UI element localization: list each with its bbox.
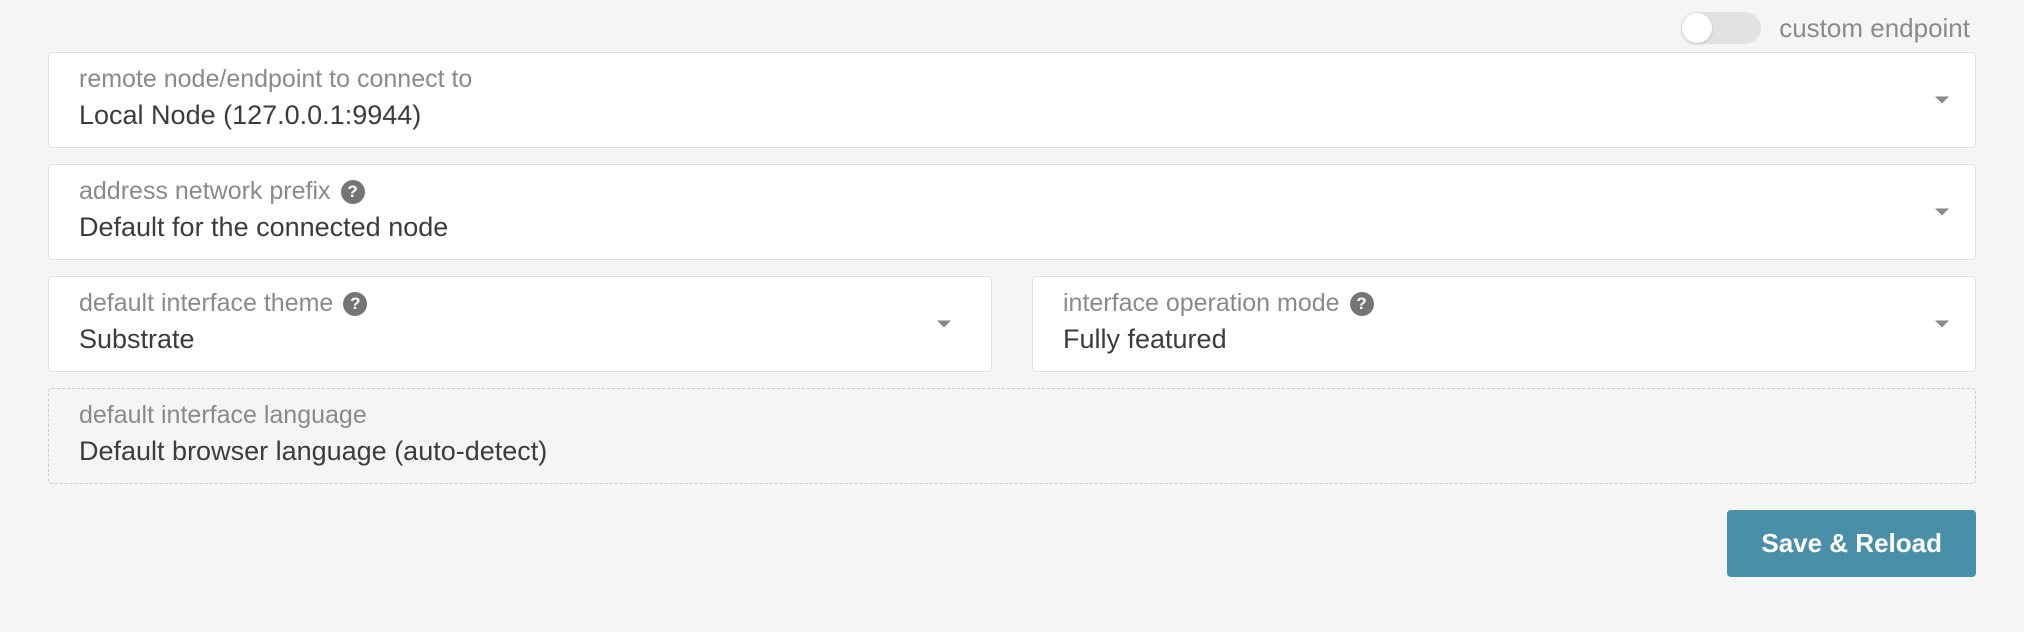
endpoint-select[interactable]: remote node/endpoint to connect to Local…	[48, 52, 1976, 148]
language-label-text: default interface language	[79, 401, 367, 430]
mode-value: Fully featured	[1063, 324, 1945, 355]
endpoint-label: remote node/endpoint to connect to	[79, 65, 1945, 94]
prefix-value: Default for the connected node	[79, 212, 1945, 243]
help-icon[interactable]: ?	[1350, 292, 1374, 316]
mode-label-text: interface operation mode	[1063, 289, 1340, 318]
prefix-select[interactable]: address network prefix ? Default for the…	[48, 164, 1976, 260]
mode-label: interface operation mode ?	[1063, 289, 1945, 318]
chevron-down-icon	[1935, 209, 1949, 216]
theme-label: default interface theme ?	[79, 289, 961, 318]
endpoint-label-text: remote node/endpoint to connect to	[79, 65, 472, 94]
prefix-label: address network prefix ?	[79, 177, 1945, 206]
toggle-knob	[1682, 13, 1712, 43]
help-icon[interactable]: ?	[341, 180, 365, 204]
theme-select[interactable]: default interface theme ? Substrate	[48, 276, 992, 372]
language-label: default interface language	[79, 401, 1945, 430]
custom-endpoint-toggle[interactable]	[1681, 12, 1761, 44]
chevron-down-icon	[1935, 321, 1949, 328]
language-value: Default browser language (auto-detect)	[79, 436, 1945, 467]
prefix-label-text: address network prefix	[79, 177, 331, 206]
mode-select[interactable]: interface operation mode ? Fully feature…	[1032, 276, 1976, 372]
language-select: default interface language Default brows…	[48, 388, 1976, 484]
chevron-down-icon	[937, 321, 951, 328]
help-icon[interactable]: ?	[343, 292, 367, 316]
endpoint-value: Local Node (127.0.0.1:9944)	[79, 100, 1945, 131]
save-reload-button[interactable]: Save & Reload	[1727, 510, 1976, 577]
theme-value: Substrate	[79, 324, 961, 355]
theme-label-text: default interface theme	[79, 289, 333, 318]
chevron-down-icon	[1935, 97, 1949, 104]
custom-endpoint-label: custom endpoint	[1779, 13, 1970, 44]
